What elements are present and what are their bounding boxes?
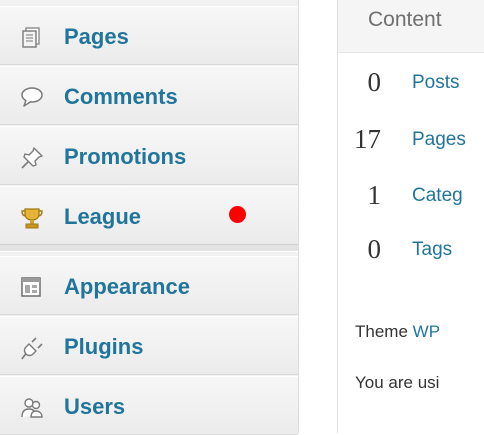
menu-label-appearance: Appearance <box>64 274 190 299</box>
menu-item-comments[interactable]: Comments <box>0 66 298 125</box>
pushpin-icon <box>20 146 43 169</box>
menu-item-users[interactable]: Users <box>0 376 298 435</box>
menu-label-promotions: Promotions <box>64 144 187 169</box>
stat-count-pages[interactable]: 17 <box>354 124 381 155</box>
menu-item-league[interactable]: League <box>0 186 298 245</box>
stat-row-tags: 0 Tags <box>338 234 484 274</box>
theme-prefix: Theme <box>355 322 408 341</box>
menu-item-appearance[interactable]: Appearance <box>0 256 298 315</box>
content-title: Content <box>368 8 442 31</box>
menu-item-pages[interactable]: Pages <box>0 6 298 65</box>
theme-line: Theme WP <box>355 322 440 342</box>
stat-label-pages[interactable]: Pages <box>412 129 466 151</box>
notification-dot <box>229 206 246 223</box>
comments-icon <box>20 86 43 108</box>
using-line: You are usi <box>355 373 440 392</box>
stat-label-tags[interactable]: Tags <box>412 239 452 261</box>
menu-item-promotions[interactable]: Promotions <box>0 126 298 185</box>
stat-count-categories[interactable]: 1 <box>368 180 382 211</box>
stat-count-tags[interactable]: 0 <box>368 234 382 265</box>
stat-row-posts: 0 Posts <box>338 67 484 107</box>
menu-item-plugins[interactable]: Plugins <box>0 316 298 375</box>
menu-label-pages: Pages <box>64 24 129 49</box>
stat-count-posts[interactable]: 0 <box>368 67 382 98</box>
users-icon <box>20 396 43 418</box>
menu-label-league: League <box>64 204 142 229</box>
pages-icon <box>20 26 42 48</box>
stat-row-pages: 17 Pages <box>338 124 484 164</box>
menu-label-comments: Comments <box>64 84 178 109</box>
plug-icon <box>20 336 43 360</box>
content-header: Content <box>338 0 484 53</box>
menu-separator <box>0 244 298 252</box>
admin-sidebar: Pages Comments Promotions League Appeara… <box>0 0 299 435</box>
menu-label-users: Users <box>64 394 126 419</box>
content-panel: Content 0 Posts 17 Pages 1 Categ 0 Tags <box>337 0 484 433</box>
trophy-icon <box>20 206 43 229</box>
stat-label-posts[interactable]: Posts <box>412 72 460 94</box>
theme-link[interactable]: WP <box>413 322 440 341</box>
stat-label-categories[interactable]: Categ <box>412 185 463 207</box>
stat-row-categories: 1 Categ <box>338 180 484 220</box>
appearance-icon <box>20 276 42 298</box>
menu-label-plugins: Plugins <box>64 334 144 359</box>
